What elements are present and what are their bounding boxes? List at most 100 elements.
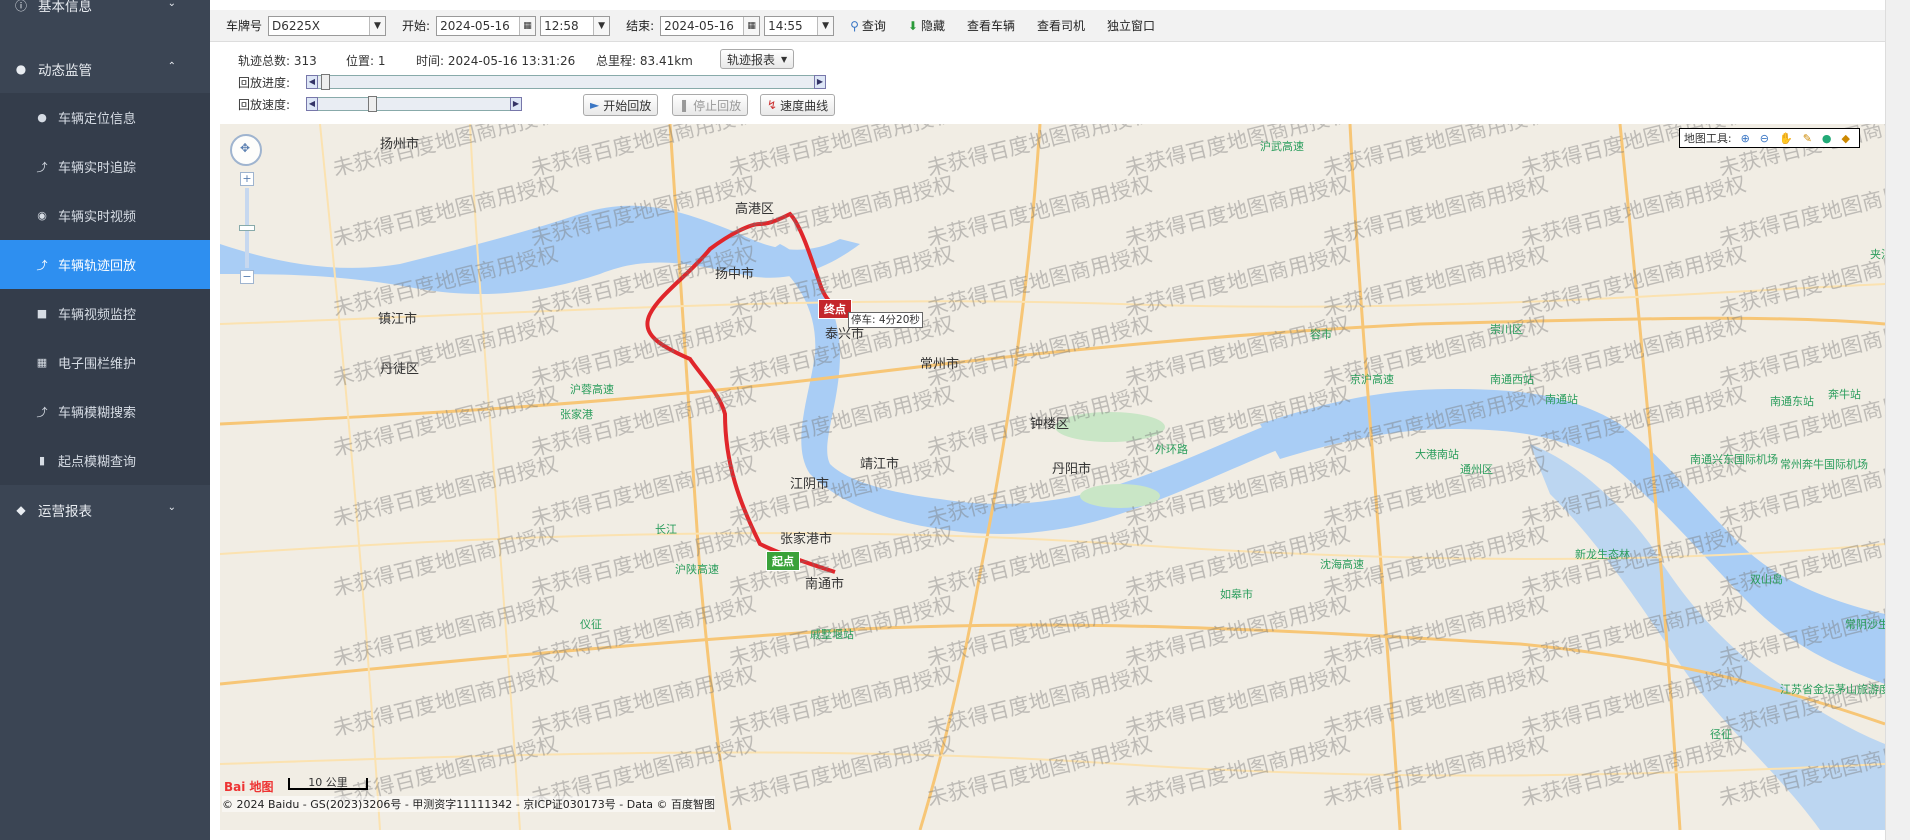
start-marker[interactable]: 起点 [766,551,800,571]
zoom-in-tool-icon[interactable]: ⊕ [1741,132,1750,145]
stop-info-text: 停车: 4分20秒 [851,314,920,326]
progress-slider[interactable]: ◀ ▶ [306,74,826,90]
place-label: 常州奔牛国际机场 [1780,457,1868,471]
sidebar-group-operation-report[interactable]: ◆ 运营报表 ⌄ [0,485,210,534]
start-marker-label: 起点 [772,555,794,568]
right-arrow-icon[interactable]: ▶ [814,75,826,89]
speed-slider[interactable]: ◀ ▶ [306,96,522,112]
track-report-dropdown[interactable]: 轨迹报表 ▼ [720,49,795,69]
place-label: 镇江市 [378,311,417,327]
sidebar-item-vehicle-location[interactable]: ● 车辆定位信息 [0,93,210,142]
sidebar-item-fuzzy-search[interactable]: ⤴ 车辆模糊搜索 [0,387,210,436]
progress-label: 回放进度: [238,76,291,90]
place-label: 南通市 [805,576,844,592]
place-label: 张家港市 [780,531,832,547]
pan-hand-icon[interactable]: ✋ [1779,132,1793,145]
sidebar-item-track-playback[interactable]: ⤴ 车辆轨迹回放 [0,240,210,289]
chevron-down-icon: ▼ [369,16,386,35]
standalone-label: 独立窗口 [1107,19,1156,33]
down-arrow-icon: ⬇ [907,18,918,33]
sidebar-item-label: 车辆实时追踪 [58,161,137,176]
tag-icon[interactable]: ◆ [1842,132,1850,145]
query-button[interactable]: ⚲ 查询 [850,17,886,34]
place-label: 外环路 [1155,443,1188,456]
pan-control[interactable]: ✥ [230,134,262,166]
sidebar-item-label: 电子围栏维护 [58,357,137,372]
end-date-input[interactable]: 2024-05-16 ▦ [660,15,761,36]
view-driver-button[interactable]: 查看司机 [1037,17,1085,34]
end-marker[interactable]: 终点 [818,299,852,319]
place-label: 沪陕高速 [675,562,719,576]
speed-slider-thumb[interactable] [367,96,377,112]
view-driver-label: 查看司机 [1037,19,1086,33]
speed-curve-label: 速度曲线 [780,98,829,113]
place-label: 新龙生态林 [1575,547,1630,561]
tag-icon: ◆ [16,502,26,517]
zoom-slider-thumb[interactable] [239,225,255,231]
start-playback-button[interactable]: ► 开始回放 [583,94,659,116]
place-label: 常阴沙生态农业旅游区 [1845,617,1885,631]
plate-select[interactable]: D6225X ▼ [268,15,387,36]
left-arrow-icon[interactable]: ◀ [306,75,318,89]
calendar-icon[interactable]: ▦ [519,16,536,35]
place-label: 南通兴东国际机场 [1690,452,1778,466]
globe-icon[interactable]: ● [1822,132,1832,145]
sidebar-item-realtime-video[interactable]: ◉ 车辆实时视频 [0,191,210,240]
view-vehicle-button[interactable]: 查看车辆 [967,17,1015,34]
place-label: 南通站 [1545,392,1578,406]
place-label: 大港南站 [1415,447,1459,461]
left-arrow-icon[interactable]: ◀ [306,97,318,111]
mileage-info: 总里程: 83.41km [596,54,693,68]
end-date-value: 2024-05-16 [664,18,734,33]
map-tools: 地图工具: ⊕ ⊖ ✋ ✎ ● ◆ [1678,128,1860,148]
start-date-input[interactable]: 2024-05-16 ▦ [436,15,537,36]
place-label: 京沪高速 [1350,372,1394,386]
sidebar-group-dynamic-monitor[interactable]: ● 动态监管 ⌃ [0,44,210,93]
right-arrow-icon[interactable]: ▶ [510,97,522,111]
page-scrollbar[interactable] [1885,0,1910,840]
pin-icon: ● [37,111,47,124]
place-label: 如皋市 [1220,587,1253,601]
map-copyright: © 2024 Baidu - GS(2023)3206号 - 甲测资字11111… [222,796,716,812]
sidebar-group-basic-info[interactable]: ⓘ 基本信息 ⌄ [0,0,210,15]
zoom-in-button[interactable]: + [240,172,254,186]
position-info: 位置: 1 [346,54,386,68]
speed-curve-button[interactable]: ↯ 速度曲线 [760,94,836,116]
hide-button[interactable]: ⬇ 隐藏 [908,17,945,34]
start-playback-label: 开始回放 [603,98,652,113]
map-canvas[interactable]: 未获得百度地图商用授权 未获得百度地图商用授权 未获得百度地图商用授权 未获得百度地图… [220,124,1885,830]
calendar-icon[interactable]: ▦ [743,16,760,35]
sidebar-item-origin-query[interactable]: ▮ 起点模糊查询 [0,436,210,485]
start-time-select[interactable]: 12:58 ▼ [540,15,611,36]
chevron-down-icon: ⌄ [167,502,176,513]
time-info: 时间: 2024-05-16 13:31:26 [416,54,576,68]
place-label: 奔牛站 [1828,387,1861,401]
place-label: 通州区 [1460,463,1493,476]
pan-arrows-icon: ✥ [240,141,251,155]
zoom-out-tool-icon[interactable]: ⊖ [1760,132,1769,145]
zoom-out-button[interactable]: − [240,270,254,284]
view-vehicle-label: 查看车辆 [967,19,1016,33]
sidebar-item-label: 车辆视频监控 [58,308,137,323]
stop-playback-button[interactable]: ❚ 停止回放 [672,94,749,116]
chevron-down-icon: ▼ [817,16,834,35]
measure-icon[interactable]: ✎ [1803,132,1812,145]
search-icon: ⤴ [36,405,48,419]
place-label: 高港区 [735,201,774,217]
stop-playback-label: 停止回放 [693,98,742,113]
chevron-down-icon: ▼ [593,16,610,35]
end-label: 结束: [626,19,655,33]
hide-label: 隐藏 [920,19,945,33]
place-label: 南通西站 [1490,372,1534,386]
start-date-value: 2024-05-16 [440,18,510,33]
place-label: 丹阳市 [1052,461,1091,477]
sidebar-item-realtime-tracking[interactable]: ⤴ 车辆实时追踪 [0,142,210,191]
sidebar-item-label: 车辆实时视频 [58,210,137,225]
place-label: 江阴市 [790,476,829,492]
end-time-select[interactable]: 14:55 ▼ [764,15,835,36]
sidebar-item-geofence[interactable]: ▦ 电子围栏维护 [0,338,210,387]
standalone-window-button[interactable]: 独立窗口 [1107,17,1155,34]
sidebar-item-video-monitor[interactable]: ■ 车辆视频监控 [0,289,210,338]
scale-bar: 10 公里 [288,777,368,790]
progress-slider-thumb[interactable] [321,74,330,90]
